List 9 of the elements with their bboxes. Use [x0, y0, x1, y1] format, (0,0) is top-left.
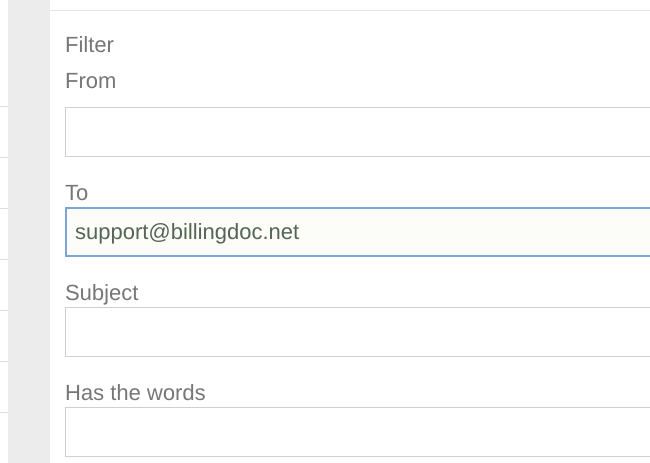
field-label: Has the words	[65, 379, 207, 407]
panel-title: Filter	[65, 31, 115, 59]
input-field[interactable]: support@billingdoc.net	[65, 207, 650, 257]
field-label: Subject	[65, 279, 140, 307]
input-field[interactable]	[65, 407, 650, 457]
input-field[interactable]	[65, 107, 650, 157]
field-label: To	[65, 179, 90, 207]
input-field[interactable]	[65, 307, 650, 357]
field-label: From	[65, 67, 118, 95]
